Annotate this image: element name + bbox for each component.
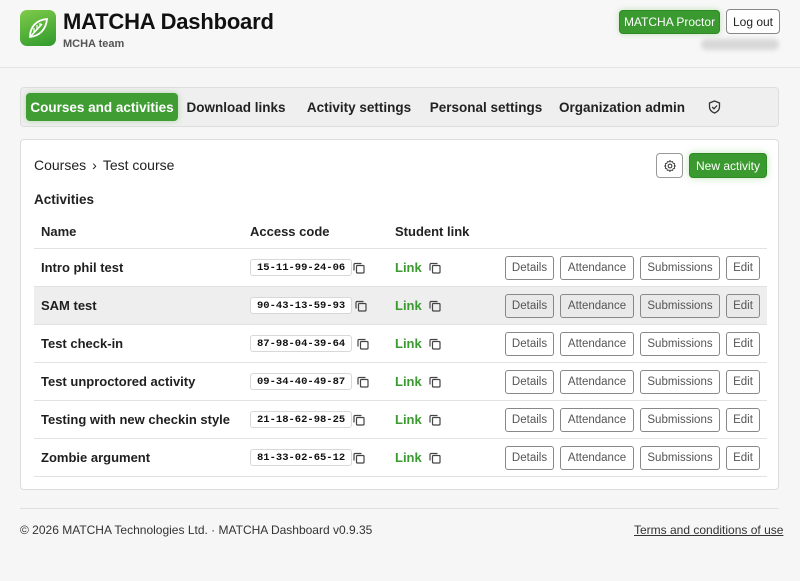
copy-icon[interactable]	[356, 375, 370, 389]
copy-icon[interactable]	[428, 413, 442, 427]
edit-button[interactable]: Edit	[726, 408, 760, 432]
activity-name: SAM test	[41, 298, 97, 313]
submissions-button[interactable]: Submissions	[640, 294, 720, 318]
tab-organization-admin[interactable]: Organization admin	[557, 93, 687, 121]
details-button[interactable]: Details	[505, 446, 554, 470]
breadcrumb-separator: ›	[92, 157, 97, 173]
attendance-button[interactable]: Attendance	[560, 370, 634, 394]
submissions-button[interactable]: Submissions	[640, 408, 720, 432]
access-code: 21-18-62-98-25	[250, 411, 353, 428]
section-title: Activities	[34, 192, 95, 207]
copy-icon[interactable]	[352, 451, 366, 465]
breadcrumb-courses[interactable]: Courses	[34, 157, 86, 173]
edit-button[interactable]: Edit	[726, 294, 760, 318]
leaf-icon	[20, 10, 56, 46]
activity-name: Test unproctored activity	[41, 374, 196, 389]
attendance-button[interactable]: Attendance	[560, 446, 634, 470]
tab-download-links[interactable]: Download links	[186, 93, 286, 121]
user-email-redacted	[701, 39, 779, 50]
breadcrumb-current: Test course	[102, 157, 175, 173]
matcha-proctor-button[interactable]: MATCHA Proctor	[619, 10, 720, 34]
edit-button[interactable]: Edit	[726, 332, 760, 356]
column-header-student-link: Student link	[395, 224, 470, 239]
table-row: Zombie argument 81-33-02-65-12 Link Deta…	[34, 439, 767, 477]
student-link[interactable]: Link	[395, 298, 422, 313]
breadcrumb: Courses › Test course	[34, 157, 174, 173]
attendance-button[interactable]: Attendance	[560, 294, 634, 318]
access-code: 87-98-04-39-64	[250, 335, 353, 352]
details-button[interactable]: Details	[505, 294, 554, 318]
footer-copyright: © 2026 MATCHA Technologies Ltd. · MATCHA…	[20, 523, 373, 537]
student-link[interactable]: Link	[395, 450, 422, 465]
tab-activity-settings[interactable]: Activity settings	[303, 93, 415, 121]
activities-panel: Courses › Test course New activity Activ…	[20, 139, 779, 490]
table-row: Testing with new checkin style 21-18-62-…	[34, 401, 767, 439]
tab-personal-settings[interactable]: Personal settings	[426, 93, 546, 121]
submissions-button[interactable]: Submissions	[640, 332, 720, 356]
activity-name: Testing with new checkin style	[41, 412, 231, 427]
table-row: SAM test 90-43-13-59-93 Link Details Att…	[34, 287, 767, 325]
student-link[interactable]: Link	[395, 374, 422, 389]
access-code: 90-43-13-59-93	[250, 297, 353, 314]
course-settings-button[interactable]	[656, 153, 683, 178]
details-button[interactable]: Details	[505, 370, 554, 394]
submissions-button[interactable]: Submissions	[640, 256, 720, 280]
copy-icon[interactable]	[428, 375, 442, 389]
copy-icon[interactable]	[428, 261, 442, 275]
copy-icon[interactable]	[428, 337, 442, 351]
edit-button[interactable]: Edit	[726, 446, 760, 470]
details-button[interactable]: Details	[505, 332, 554, 356]
column-header-name: Name	[41, 224, 77, 239]
main-nav: Courses and activities Download links Ac…	[20, 87, 779, 127]
copy-icon[interactable]	[428, 451, 442, 465]
access-code: 15-11-99-24-06	[250, 259, 353, 276]
terms-link[interactable]: Terms and conditions of use	[634, 523, 783, 537]
activity-name: Intro phil test	[41, 260, 124, 275]
submissions-button[interactable]: Submissions	[640, 370, 720, 394]
attendance-button[interactable]: Attendance	[560, 256, 634, 280]
table-row: Test unproctored activity 09-34-40-49-87…	[34, 363, 767, 401]
copy-icon[interactable]	[356, 337, 370, 351]
table-row: Test check-in 87-98-04-39-64 Link Detail…	[34, 325, 767, 363]
edit-button[interactable]: Edit	[726, 370, 760, 394]
logout-button[interactable]: Log out	[726, 9, 780, 34]
gear-icon	[663, 159, 676, 172]
table-row: Intro phil test 15-11-99-24-06 Link Deta…	[34, 249, 767, 287]
access-code: 81-33-02-65-12	[250, 449, 353, 466]
access-code: 09-34-40-49-87	[250, 373, 353, 390]
app-header: MATCHA Dashboard MCHA team MATCHA Procto…	[0, 0, 800, 68]
copy-icon[interactable]	[352, 413, 366, 427]
shield-check-icon[interactable]	[703, 93, 725, 121]
activity-name: Test check-in	[41, 336, 124, 351]
details-button[interactable]: Details	[505, 256, 554, 280]
student-link[interactable]: Link	[395, 412, 422, 427]
footer-divider	[20, 508, 779, 509]
team-name: MCHA team	[63, 38, 125, 50]
new-activity-button[interactable]: New activity	[689, 153, 767, 178]
copy-icon[interactable]	[352, 261, 366, 275]
attendance-button[interactable]: Attendance	[560, 408, 634, 432]
tab-courses-and-activities[interactable]: Courses and activities	[26, 93, 178, 121]
edit-button[interactable]: Edit	[726, 256, 760, 280]
app-title: MATCHA Dashboard	[63, 9, 274, 34]
details-button[interactable]: Details	[505, 408, 554, 432]
copy-icon[interactable]	[428, 299, 442, 313]
copy-icon[interactable]	[354, 299, 368, 313]
column-header-access-code: Access code	[250, 224, 330, 239]
submissions-button[interactable]: Submissions	[640, 446, 720, 470]
student-link[interactable]: Link	[395, 260, 422, 275]
attendance-button[interactable]: Attendance	[560, 332, 634, 356]
activity-name: Zombie argument	[41, 450, 151, 465]
student-link[interactable]: Link	[395, 336, 422, 351]
